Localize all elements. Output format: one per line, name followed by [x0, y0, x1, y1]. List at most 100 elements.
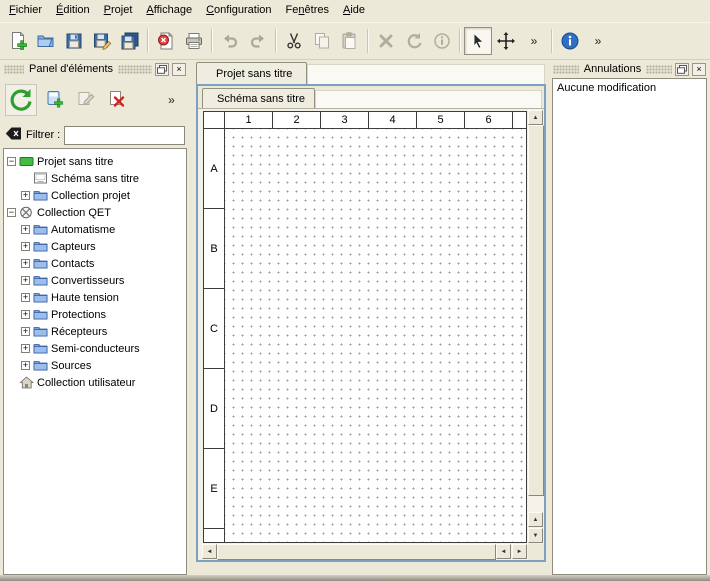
expand-icon[interactable]: +	[21, 361, 30, 370]
scroll-left-button-2[interactable]: ◄	[496, 544, 511, 559]
scroll-down-button[interactable]: ▼	[528, 528, 543, 543]
new-element-button[interactable]	[41, 87, 68, 114]
horizontal-scroll-thumb[interactable]	[217, 544, 496, 560]
open-icon	[36, 31, 56, 51]
tree-item-semi-conducteurs[interactable]: +Semi-conducteurs	[4, 340, 186, 357]
tree-item-schema-sans-titre[interactable]: Schéma sans titre	[4, 170, 186, 187]
undo-icon	[220, 31, 240, 51]
expand-icon[interactable]: +	[21, 225, 30, 234]
dock-handle-texture	[646, 65, 672, 74]
collapse-icon[interactable]: −	[7, 208, 16, 217]
about-button[interactable]	[556, 27, 584, 55]
expand-icon[interactable]: +	[21, 191, 30, 200]
expand-icon[interactable]: +	[21, 293, 30, 302]
tab-schema-sans-titre[interactable]: Schéma sans titre	[202, 88, 315, 108]
save-as-button[interactable]	[88, 27, 116, 55]
expand-icon[interactable]: +	[21, 259, 30, 268]
menu-item-fenetres[interactable]: Fenêtres	[279, 0, 336, 22]
tree-item-convertisseurs[interactable]: + Convertisseurs	[4, 272, 186, 289]
scroll-right-button[interactable]: ►	[512, 544, 527, 559]
folder-icon	[33, 308, 48, 321]
tree-item-projet-sans-titre[interactable]: −Projet sans titre	[4, 153, 186, 170]
select-pointer-button[interactable]	[464, 27, 492, 55]
save-all-button[interactable]	[116, 27, 144, 55]
horizontal-scrollbar[interactable]: ◄ ◄ ►	[202, 544, 527, 560]
menu-item-affichage[interactable]: Affichage	[139, 0, 199, 22]
expand-icon[interactable]: +	[21, 310, 30, 319]
rotate-button[interactable]	[400, 27, 428, 55]
tab-projet-sans-titre[interactable]: Projet sans titre	[196, 62, 307, 84]
undo-button[interactable]	[216, 27, 244, 55]
elements-toolbar: »	[3, 78, 187, 122]
folder-icon	[33, 325, 48, 338]
menu-item-edition[interactable]: Édition	[49, 0, 97, 22]
expand-icon[interactable]: +	[21, 344, 30, 353]
elements-panel-titlebar[interactable]: Panel d'éléments ×	[3, 60, 187, 78]
float-panel-button[interactable]	[155, 63, 169, 76]
redo-icon	[248, 31, 268, 51]
tree-item-contacts[interactable]: +Contacts	[4, 255, 186, 272]
tree-item-sources[interactable]: +Sources	[4, 357, 186, 374]
new-document-button[interactable]	[4, 27, 32, 55]
diagram-sheet[interactable]: 123456 ABCDE	[203, 111, 527, 543]
move-button[interactable]	[492, 27, 520, 55]
undo-panel: Annulations × Aucune modification	[549, 60, 710, 575]
delete-button[interactable]	[372, 27, 400, 55]
cut-button[interactable]	[280, 27, 308, 55]
diagram-grid[interactable]	[225, 129, 526, 542]
tree-item-label: Collection QET	[37, 207, 114, 219]
tree-item-label: Collection projet	[51, 190, 133, 202]
save-button[interactable]	[60, 27, 88, 55]
new-document-icon	[8, 31, 28, 51]
tree-item-label: Collection utilisateur	[37, 377, 138, 389]
new-element-icon	[45, 89, 65, 112]
close-panel-button[interactable]: ×	[172, 63, 186, 76]
undo-panel-titlebar[interactable]: Annulations ×	[552, 60, 707, 78]
window-bottom-edge	[0, 575, 710, 581]
print-button[interactable]	[180, 27, 208, 55]
qet-icon	[19, 206, 34, 219]
close-file-button[interactable]	[152, 27, 180, 55]
redo-button[interactable]	[244, 27, 272, 55]
tree-item-label: Convertisseurs	[51, 275, 127, 287]
vertical-scroll-thumb[interactable]	[528, 125, 544, 496]
menu-item-fichier[interactable]: Fichier	[2, 0, 49, 22]
menu-item-configuration[interactable]: Configuration	[199, 0, 278, 22]
collapse-icon[interactable]: −	[7, 157, 16, 166]
vertical-scrollbar[interactable]: ▲ ▲ ▼	[528, 110, 544, 543]
tree-item-capteurs[interactable]: +Capteurs	[4, 238, 186, 255]
tree-item-collection-qet[interactable]: − Collection QET	[4, 204, 186, 221]
scroll-up-button-2[interactable]: ▲	[528, 512, 543, 527]
expand-icon[interactable]: +	[21, 276, 30, 285]
tree-item-collection-utilisateur[interactable]: Collection utilisateur	[4, 374, 186, 391]
expand-icon[interactable]: +	[21, 327, 30, 336]
edit-element-button[interactable]	[72, 87, 99, 114]
delete-element-icon	[107, 89, 127, 112]
tree-item-haute-tension[interactable]: +Haute tension	[4, 289, 186, 306]
filter-input[interactable]	[64, 126, 185, 145]
schema-subwindow: Schéma sans titre 123456 ABCDE ▲ ▲ ▼	[196, 84, 546, 562]
info-button[interactable]	[428, 27, 456, 55]
menu-item-projet[interactable]: Projet	[97, 0, 140, 22]
toolbar-extension-chevron[interactable]: »	[520, 27, 548, 55]
scrollbar-corner	[528, 544, 544, 560]
scroll-up-button[interactable]: ▲	[528, 110, 543, 125]
menu-item-aide[interactable]: Aide	[336, 0, 372, 22]
tree-item-protections[interactable]: +Protections	[4, 306, 186, 323]
float-panel-button[interactable]	[675, 63, 689, 76]
tree-item-recepteurs[interactable]: +Récepteurs	[4, 323, 186, 340]
tree-item-automatisme[interactable]: +Automatisme	[4, 221, 186, 238]
dock-handle-texture	[4, 65, 24, 74]
open-button[interactable]	[32, 27, 60, 55]
reload-button[interactable]	[5, 84, 37, 116]
toolbar-extension-chevron[interactable]: »	[584, 27, 612, 55]
clear-filter-icon	[5, 127, 22, 143]
close-panel-button[interactable]: ×	[692, 63, 706, 76]
scroll-left-button[interactable]: ◄	[202, 544, 217, 559]
delete-element-button[interactable]	[103, 87, 130, 114]
toolbar-extension-chevron[interactable]: »	[158, 87, 185, 114]
paste-button[interactable]	[336, 27, 364, 55]
copy-button[interactable]	[308, 27, 336, 55]
tree-item-collection-projet[interactable]: + Collection projet	[4, 187, 186, 204]
expand-icon[interactable]: +	[21, 242, 30, 251]
